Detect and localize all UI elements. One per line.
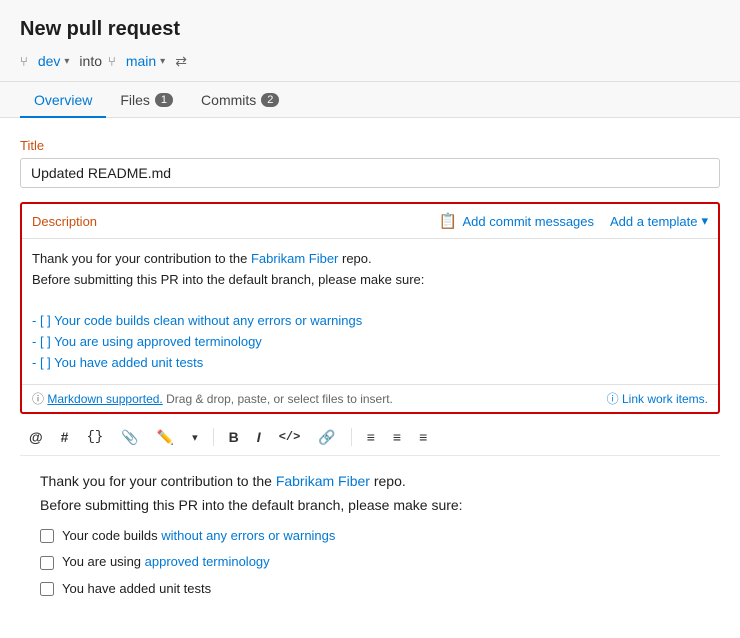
tab-files[interactable]: Files 1 [106,82,187,118]
main-content: Title Description 📋 Add commit messages … [0,118,740,638]
toolbar-link[interactable]: 🔗 [313,426,340,449]
add-template-chevron: ▾ [701,213,708,229]
toolbar-hash[interactable]: # [56,426,74,448]
checklist-text-3: You have added unit tests [62,578,211,600]
markdown-link[interactable]: Markdown supported. [47,392,162,406]
add-commit-messages-button[interactable]: 📋 Add commit messages [439,212,594,230]
checklist-item-2: You are using approved terminology [40,551,700,573]
title-input[interactable] [20,158,720,188]
toolbar-ol[interactable]: ≡ [388,426,406,448]
toolbar-braces[interactable]: {} [81,426,108,448]
desc-text-line2: Before submitting this PR into the defau… [32,272,424,287]
description-actions: 📋 Add commit messages Add a template ▾ [439,212,708,230]
checklist-link-2: approved terminology [145,554,270,569]
branch-from-selector[interactable]: dev ▾ [34,51,74,71]
branch-to-icon: ⑂ [108,54,116,69]
branch-to-name: main [126,53,156,69]
add-template-label: Add a template [610,214,697,229]
desc-text-line1: Thank you for your contribution to the [32,251,251,266]
description-textarea-wrapper[interactable]: Thank you for your contribution to the F… [22,239,718,384]
tab-overview[interactable]: Overview [20,82,106,118]
clipboard-icon: 📋 [439,212,458,230]
desc-checklist-1: - [ ] Your code builds clean without any… [32,313,362,328]
desc-checklist-2: - [ ] You are using approved terminology [32,334,262,349]
preview-intro: Thank you for your contribution to the F… [40,470,700,518]
preview-intro-line1b: repo. [370,473,406,489]
link-work-items[interactable]: ⓘ Link work items. [607,390,708,407]
add-template-button[interactable]: Add a template ▾ [610,213,708,229]
checklist-link-1: without any errors or warnings [161,528,335,543]
tab-commits[interactable]: Commits 2 [187,82,293,118]
description-header: Description 📋 Add commit messages Add a … [22,204,718,239]
checklist-checkbox-1[interactable] [40,529,54,543]
branch-row: ⑂ dev ▾ into ⑂ main ▾ ⇄ [20,51,720,71]
link-work-items-label: ⓘ Link work items. [607,392,708,406]
branch-from-icon: ⑂ [20,54,28,69]
description-footer: ⓘ Markdown supported. Drag & drop, paste… [22,384,718,412]
desc-text-line1b: repo. [338,251,371,266]
branch-from-name: dev [38,53,61,69]
info-icon: ⓘ [32,392,44,406]
preview-link-fabrikam: Fabrikam Fiber [276,473,370,489]
branch-to-selector[interactable]: main ▾ [122,51,169,71]
description-label: Description [32,214,97,229]
tab-commits-badge: 2 [261,93,279,107]
toolbar-ul[interactable]: ≡ [362,426,380,448]
checklist-checkbox-3[interactable] [40,582,54,596]
toolbar-at[interactable]: @ [24,426,48,448]
toolbar-attach[interactable]: 📎 [116,426,143,449]
tabs-bar: Overview Files 1 Commits 2 [0,82,740,118]
swap-branches-icon[interactable]: ⇄ [175,53,187,70]
preview-intro-line1: Thank you for your contribution to the [40,473,276,489]
tab-overview-label: Overview [34,92,92,108]
preview-checklist: Your code builds without any errors or w… [40,525,700,599]
tab-files-badge: 1 [155,93,173,107]
checklist-text-1: Your code builds without any errors or w… [62,525,335,547]
add-commit-messages-label: Add commit messages [463,214,595,229]
preview-intro-line2: Before submitting this PR into the defau… [40,497,463,513]
toolbar-divider-2 [351,428,352,446]
into-text: into [79,53,102,69]
page-header: New pull request ⑂ dev ▾ into ⑂ main ▾ ⇄ [0,0,740,82]
branch-from-chevron: ▾ [64,56,69,67]
toolbar-pen-chevron[interactable]: ▾ [187,428,203,447]
toolbar-pen[interactable]: ✏️ [152,426,179,449]
description-container: Description 📋 Add commit messages Add a … [20,202,720,414]
toolbar-code[interactable]: </> [274,427,306,447]
toolbar-italic[interactable]: I [252,426,266,448]
editor-toolbar: @ # {} 📎 ✏️ ▾ B I </> 🔗 ≡ ≡ ≡ [20,420,720,456]
checklist-text-2: You are using approved terminology [62,551,270,573]
tab-commits-label: Commits [201,92,256,108]
branch-to-chevron: ▾ [160,56,165,67]
title-label: Title [20,138,720,153]
toolbar-bold[interactable]: B [224,426,244,448]
desc-checklist-3: - [ ] You have added unit tests [32,355,203,370]
checklist-checkbox-2[interactable] [40,556,54,570]
page-title: New pull request [20,18,720,41]
tab-files-label: Files [120,92,150,108]
toolbar-task-list[interactable]: ≡ [414,426,432,448]
desc-link-fabrikam: Fabrikam Fiber [251,251,338,266]
checklist-item-1: Your code builds without any errors or w… [40,525,700,547]
toolbar-divider-1 [213,428,214,446]
checklist-item-3: You have added unit tests [40,578,700,600]
preview-section: Thank you for your contribution to the F… [20,456,720,618]
drag-drop-text: Drag & drop, paste, or select files to i… [166,392,393,406]
markdown-info: ⓘ Markdown supported. Drag & drop, paste… [32,390,393,407]
